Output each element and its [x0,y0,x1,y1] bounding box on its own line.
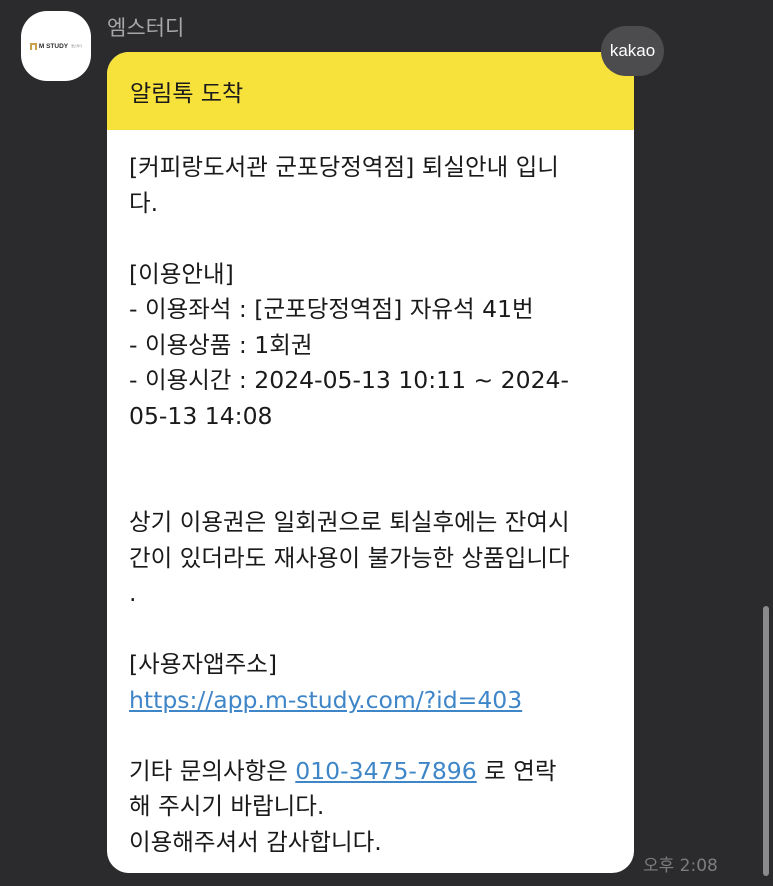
kakao-badge: kakao [601,26,664,76]
message-header: 알림톡 도착 [107,52,634,130]
sender-name: 엠스터디 [107,16,185,40]
message-header-title: 알림톡 도착 [130,81,244,107]
message-text-main: [커피랑도서관 군포당정역점] 퇴실안내 입니 다. [이용안내] - 이용좌석… [129,153,570,678]
app-url-link[interactable]: https://app.m-study.com/?id=403 [129,686,522,714]
message-body: [커피랑도서관 군포당정역점] 퇴실안내 입니 다. [이용안내] - 이용좌석… [107,130,634,860]
kakao-badge-label: kakao [609,41,656,60]
m-study-logo-icon: M STUDY 엠스터디 [29,42,83,50]
scrollbar[interactable] [763,606,769,876]
phone-number-link[interactable]: 010-3475-7896 [295,757,476,785]
message-timestamp: 오후 2:08 [643,856,718,876]
sender-avatar[interactable]: M STUDY 엠스터디 [21,11,91,81]
logo-text: M STUDY [38,42,69,50]
alimtalk-message-bubble: 알림톡 도착 [커피랑도서관 군포당정역점] 퇴실안내 입니 다. [이용안내]… [107,52,634,873]
logo-subtext: 엠스터디 [71,44,83,48]
message-text-contact-prefix: 기타 문의사항은 [129,756,288,785]
logo-mark [29,42,37,50]
